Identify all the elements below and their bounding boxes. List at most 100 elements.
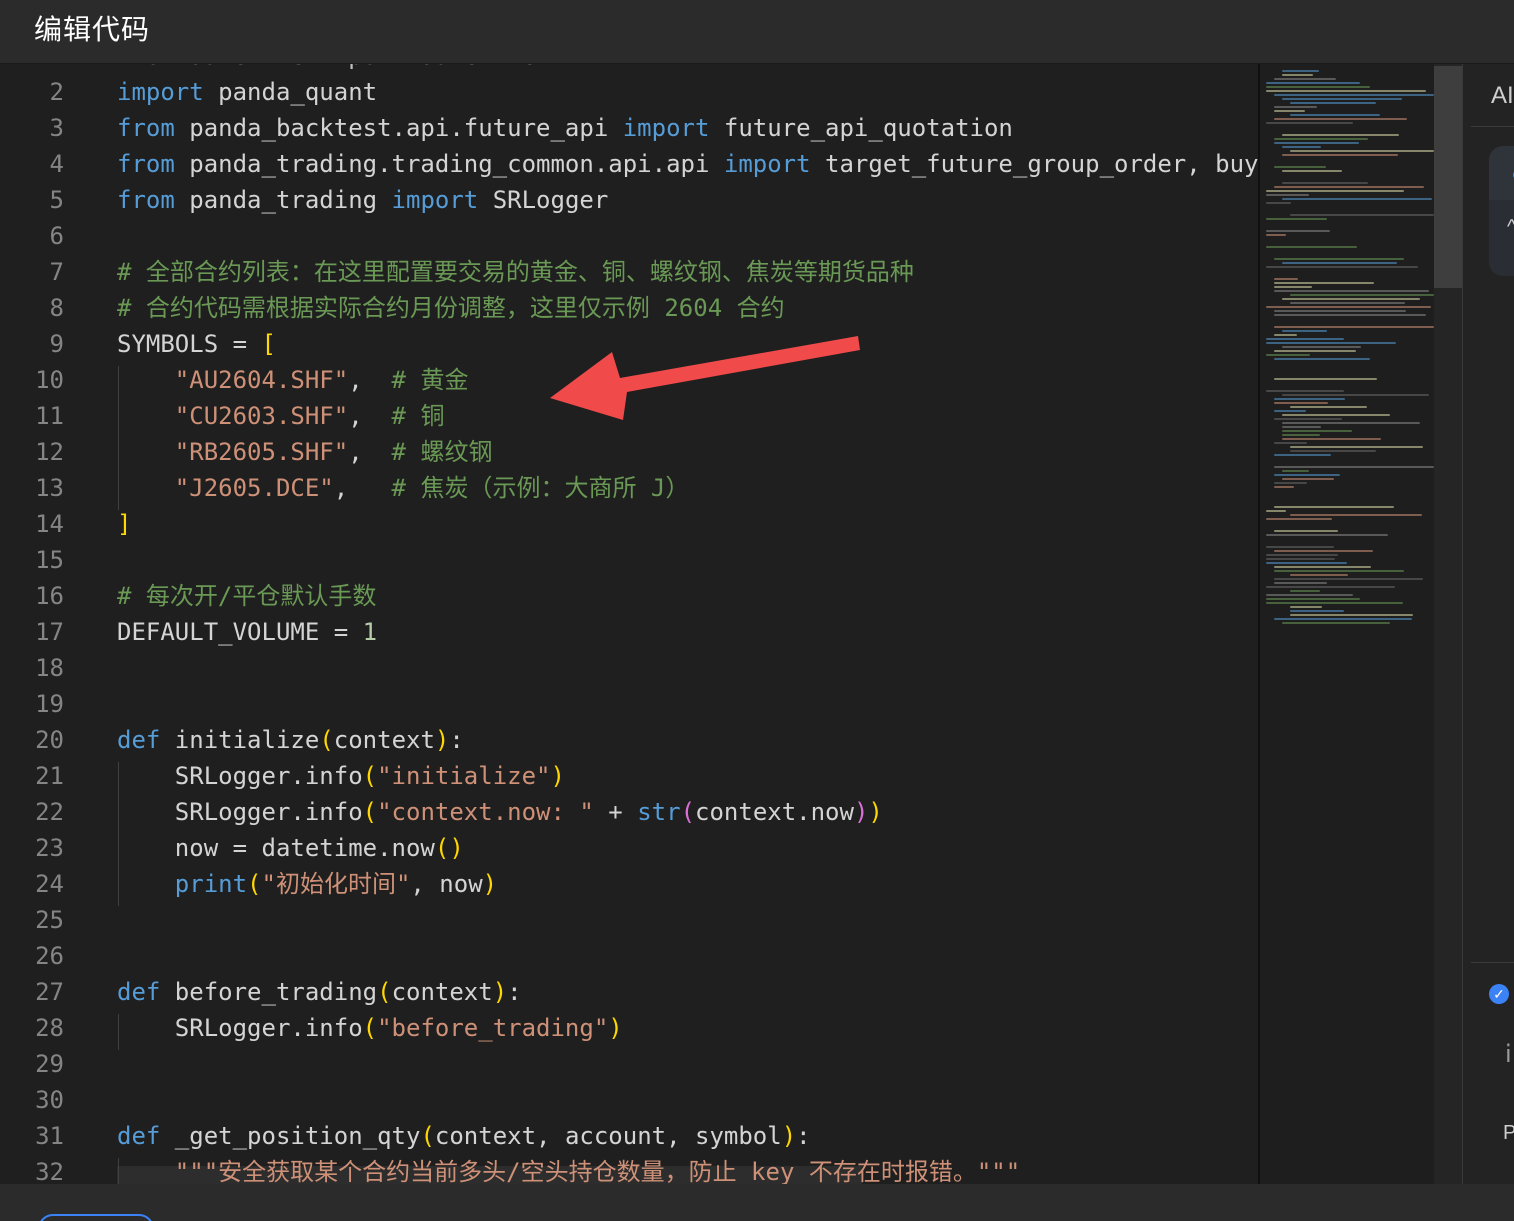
minimap-line xyxy=(1282,262,1397,264)
code-text: DEFAULT_VOLUME = 1 xyxy=(117,614,377,650)
code-token: def xyxy=(117,1122,161,1150)
bottom-bar xyxy=(0,1184,1514,1221)
code-line[interactable]: 13 "J2605.DCE", # 焦炭（示例：大商所 J） xyxy=(0,470,1258,506)
code-line[interactable]: 11 "CU2603.SHF", # 铜 xyxy=(0,398,1258,434)
code-line[interactable]: 32 """安全获取某个合约当前多头/空头持仓数量，防止 key 不存在时报错。… xyxy=(0,1154,1258,1184)
minimap-line xyxy=(1290,590,1320,592)
line-number: 18 xyxy=(35,654,64,682)
minimap[interactable] xyxy=(1260,64,1434,1184)
panel-partial-text: i xyxy=(1505,1040,1512,1068)
minimap-line xyxy=(1282,74,1313,76)
minimap-line xyxy=(1274,358,1370,360)
code-line[interactable]: 24 print("初始化时间", now) xyxy=(0,866,1258,902)
minimap-line xyxy=(1290,406,1367,408)
minimap-line xyxy=(1282,182,1368,184)
line-number: 20 xyxy=(35,726,64,754)
code-token: context.now xyxy=(695,798,854,826)
code-line[interactable]: 5 from panda_trading import SRLogger xyxy=(0,182,1258,218)
minimap-line xyxy=(1274,142,1359,144)
minimap-line xyxy=(1290,302,1405,304)
code-token: ) xyxy=(492,978,508,1006)
code-line[interactable]: 22 SRLogger.info("context.now: " + str(c… xyxy=(0,794,1258,830)
minimap-line xyxy=(1266,82,1360,84)
code-text: now = datetime.now() xyxy=(117,830,464,866)
code-editor[interactable]: from datetime import datetime 2 import pa… xyxy=(0,64,1258,1184)
code-line[interactable]: 19 xyxy=(0,686,1258,722)
code-line[interactable]: 7 # 全部合约列表：在这里配置要交易的黄金、铜、螺纹钢、焦炭等期货品种 xyxy=(0,254,1258,290)
code-line[interactable]: 21 SRLogger.info("initialize") xyxy=(0,758,1258,794)
minimap-line xyxy=(1274,186,1424,188)
minimap-line xyxy=(1282,414,1390,416)
code-token: SYMBOLS = xyxy=(117,330,262,358)
minimap-line xyxy=(1274,442,1307,444)
code-line[interactable]: 27 def before_trading(context): xyxy=(0,974,1258,1010)
code-token: SRLogger.info xyxy=(117,798,363,826)
code-line[interactable]: 16 # 每次开/平仓默认手数 xyxy=(0,578,1258,614)
minimap-line xyxy=(1266,354,1310,356)
code-line[interactable]: 3 from panda_backtest.api.future_api impo… xyxy=(0,110,1258,146)
minimap-line xyxy=(1290,606,1322,608)
code-token: SRLogger.info xyxy=(117,1014,363,1042)
code-token: ) xyxy=(482,870,498,898)
minimap-line xyxy=(1274,566,1371,568)
code-line[interactable]: 28 SRLogger.info("before_trading") xyxy=(0,1010,1258,1046)
minimap-line xyxy=(1274,570,1404,572)
code-token: , xyxy=(348,366,392,394)
code-token: "RB2605.SHF" xyxy=(174,438,349,466)
line-number: 11 xyxy=(35,402,64,430)
minimap-line xyxy=(1282,470,1309,472)
code-token: 1 xyxy=(362,618,378,646)
code-line[interactable]: 6 xyxy=(0,218,1258,254)
title-bar: 编辑代码 xyxy=(0,0,1514,64)
minimap-line xyxy=(1266,510,1286,512)
minimap-line xyxy=(1274,138,1368,140)
line-number: 24 xyxy=(35,870,64,898)
code-token: DEFAULT_VOLUME = xyxy=(117,618,363,646)
code-token: "initialize" xyxy=(377,762,551,790)
code-line[interactable]: 30 xyxy=(0,1082,1258,1118)
bottom-action-button[interactable] xyxy=(38,1214,154,1221)
minimap-line xyxy=(1282,198,1432,200)
minimap-line xyxy=(1266,190,1404,192)
minimap-line xyxy=(1266,602,1403,604)
code-line[interactable]: 23 now = datetime.now() xyxy=(0,830,1258,866)
code-line[interactable]: 12 "RB2605.SHF", # 螺纹钢 xyxy=(0,434,1258,470)
code-line[interactable]: 26 xyxy=(0,938,1258,974)
code-line[interactable]: 4 from panda_trading.trading_common.api.a… xyxy=(0,146,1258,182)
code-line[interactable]: 31 def _get_position_qty(context, account… xyxy=(0,1118,1258,1154)
minimap-line xyxy=(1290,446,1423,448)
minimap-scroll-thumb[interactable] xyxy=(1434,66,1462,288)
code-token: initialize xyxy=(160,726,320,754)
code-line[interactable]: 29 xyxy=(0,1046,1258,1082)
code-text: "AU2604.SHF", # 黄金 xyxy=(117,362,469,398)
code-token: """安全获取某个合约当前多头/空头持仓数量，防止 key 不存在时报错。""" xyxy=(174,1158,1021,1184)
code-line[interactable]: 10 "AU2604.SHF", # 黄金 xyxy=(0,362,1258,398)
code-line[interactable]: 20 def initialize(context): xyxy=(0,722,1258,758)
minimap-line xyxy=(1274,78,1336,80)
code-text: from panda_trading import SRLogger xyxy=(117,182,608,218)
panel-partial-label: P xyxy=(1503,1122,1514,1145)
code-line[interactable]: 9 SYMBOLS = [ xyxy=(0,326,1258,362)
code-token: : xyxy=(796,1122,811,1150)
chevron-up-icon[interactable]: ^ xyxy=(1507,216,1514,239)
code-token: import xyxy=(117,78,204,106)
code-line[interactable]: 25 xyxy=(0,902,1258,938)
minimap-line xyxy=(1266,86,1370,88)
code-line[interactable]: 15 xyxy=(0,542,1258,578)
code-line[interactable]: 18 xyxy=(0,650,1258,686)
minimap-line xyxy=(1274,530,1338,532)
code-token: SRLogger xyxy=(478,186,609,214)
line-number: 3 xyxy=(49,114,64,142)
line-number: 15 xyxy=(35,546,64,574)
ai-panel-label[interactable]: AI xyxy=(1491,82,1514,110)
minimap-line xyxy=(1274,290,1429,292)
code-token: ( xyxy=(362,798,378,826)
minimap-line xyxy=(1266,230,1330,232)
minimap-line xyxy=(1282,134,1399,136)
code-line[interactable]: 2 import panda_quant xyxy=(0,74,1258,110)
code-token: print xyxy=(174,870,248,898)
code-line[interactable]: 14] xyxy=(0,506,1258,542)
code-line[interactable]: 17 DEFAULT_VOLUME = 1 xyxy=(0,614,1258,650)
code-line[interactable]: 8 # 合约代码需根据实际合约月份调整，这里仅示例 2604 合约 xyxy=(0,290,1258,326)
